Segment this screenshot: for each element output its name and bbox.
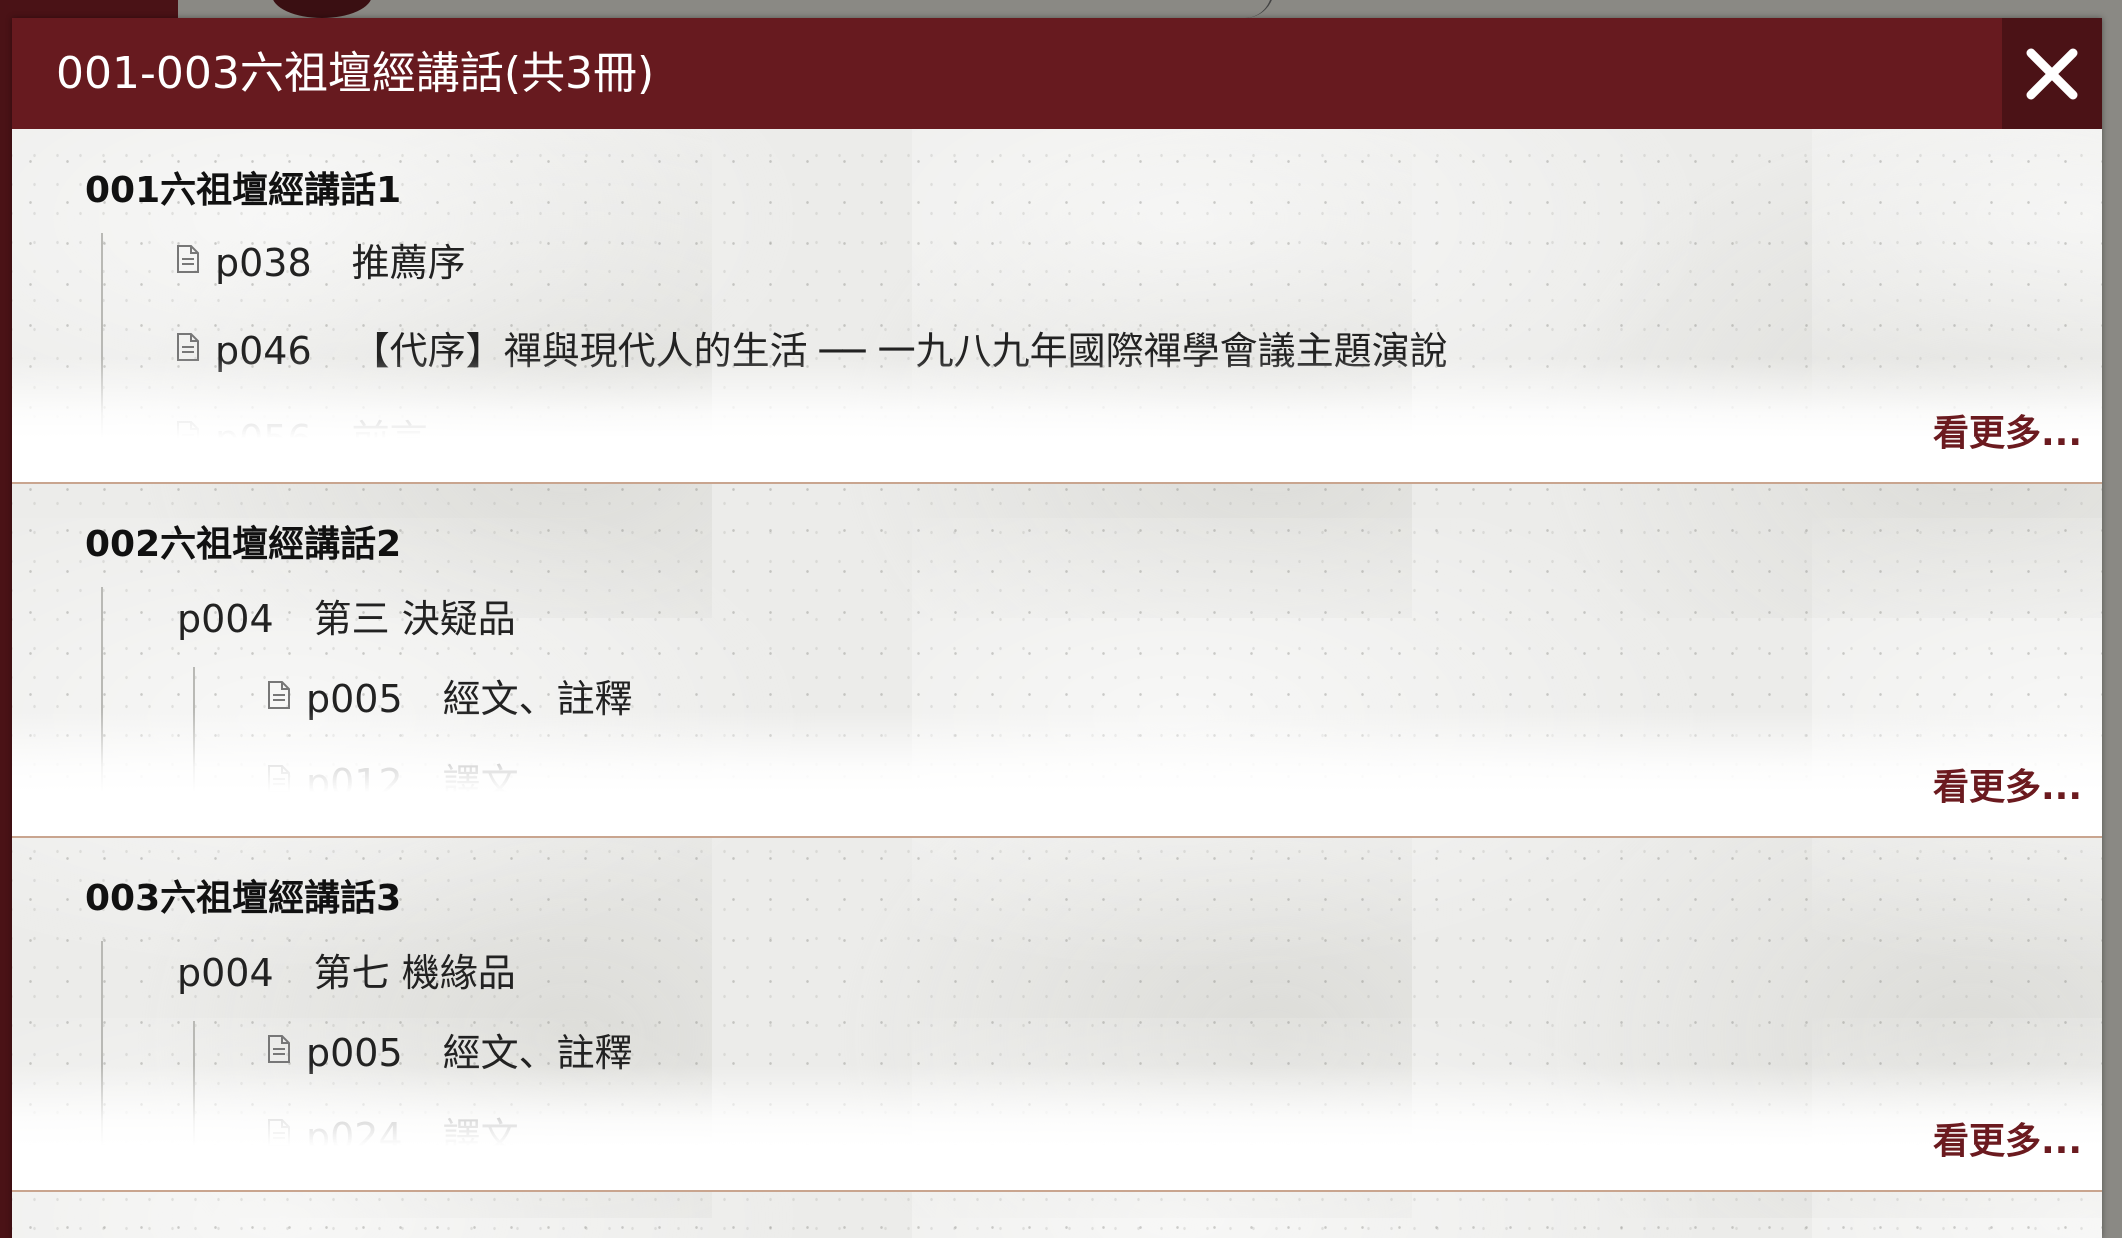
entry-title: 第七 機緣品 <box>313 951 516 995</box>
entry-title: 推薦序 <box>351 241 466 285</box>
modal-title: 001-003六祖壇經講話(共3冊) <box>56 48 655 99</box>
document-icon <box>177 245 199 273</box>
see-more-link[interactable]: 看更多... <box>1933 404 2082 456</box>
fade-overlay <box>12 357 2102 482</box>
entry-page: p038 <box>215 241 312 285</box>
entry-title: 第三 決疑品 <box>313 597 516 641</box>
volume-section: 002六祖壇經講話2 p004第三 決疑品 p005經文、註釋 p012譯文 看… <box>12 483 2102 838</box>
see-more-link[interactable]: 看更多... <box>1933 1112 2082 1164</box>
close-icon <box>2026 48 2078 99</box>
fade-overlay <box>12 1065 2102 1190</box>
close-button[interactable] <box>2002 18 2102 129</box>
document-icon <box>268 1035 290 1063</box>
volume-heading[interactable]: 002六祖壇經講話2 <box>85 515 401 567</box>
background-sidebar <box>0 0 12 1238</box>
background-banner <box>0 0 178 18</box>
entry-page: p004 <box>177 951 274 995</box>
toc-entry[interactable]: p038 推薦序 <box>177 239 466 287</box>
see-more-link[interactable]: 看更多... <box>1933 758 2082 810</box>
volume-section: 003六祖壇經講話3 p004第七 機緣品 p005經文、註釋 p024譯文 看… <box>12 837 2102 1192</box>
document-icon <box>268 681 290 709</box>
volume-section: 001六祖壇經講話1 p038 推薦序 p046 【代序】禪與現代人的生活 ── 一… <box>12 129 2102 484</box>
chapter-entry[interactable]: p004 第三 決疑品 <box>177 595 516 643</box>
entry-page: p004 <box>177 597 274 641</box>
chapter-entry[interactable]: p004 第七 機緣品 <box>177 949 516 997</box>
volume-heading[interactable]: 001六祖壇經講話1 <box>85 161 401 213</box>
fade-overlay <box>12 711 2102 836</box>
modal-header: 001-003六祖壇經講話(共3冊) <box>12 18 2102 129</box>
toc-modal: 001-003六祖壇經講話(共3冊) 001六祖壇經講話1 p038 推薦序 p0… <box>12 18 2102 1238</box>
volume-heading[interactable]: 003六祖壇經講話3 <box>85 869 401 921</box>
